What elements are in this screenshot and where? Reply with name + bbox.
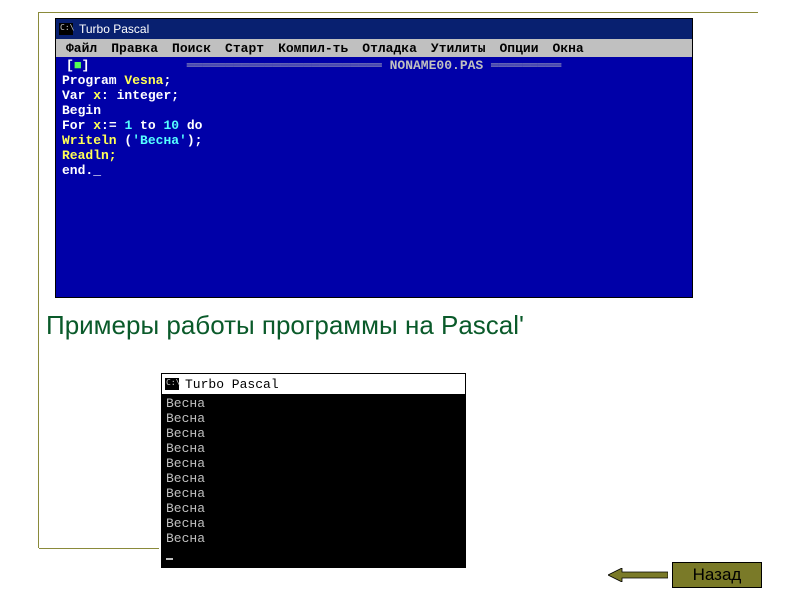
editor-filename: ═════════════════════════ NONAME00.PAS ═… — [187, 58, 561, 73]
output-line: Весна — [166, 501, 205, 516]
back-button[interactable]: Назад — [672, 562, 762, 588]
menu-options[interactable]: Опции — [500, 42, 539, 55]
output-line: Весна — [166, 396, 205, 411]
menu-window[interactable]: Окна — [553, 42, 584, 55]
editor-title: Turbo Pascal — [79, 22, 149, 36]
output-line: Весна — [166, 456, 205, 471]
cursor-icon — [166, 558, 173, 560]
menu-compile[interactable]: Компил-ть — [278, 42, 348, 55]
output-console-window: Turbo Pascal Весна Весна Весна Весна Вес… — [161, 373, 466, 568]
editor-titlebar: Turbo Pascal — [56, 19, 692, 39]
editor-area[interactable]: [■] ═════════════════════════ NONAME00.P… — [56, 57, 692, 297]
output-line: Весна — [166, 531, 205, 546]
back-arrow-icon — [608, 568, 668, 582]
output-titlebar: Turbo Pascal — [162, 374, 465, 394]
menu-run[interactable]: Старт — [225, 42, 264, 55]
menu-edit[interactable]: Правка — [111, 42, 158, 55]
output-line: Весна — [166, 426, 205, 441]
menu-tools[interactable]: Утилиты — [431, 42, 486, 55]
output-line: Весна — [166, 486, 205, 501]
menu-debug[interactable]: Отладка — [362, 42, 417, 55]
output-line: Весна — [166, 441, 205, 456]
output-body: Весна Весна Весна Весна Весна Весна Весн… — [162, 394, 465, 567]
turbo-pascal-editor-window: Turbo Pascal Файл Правка Поиск Старт Ком… — [55, 18, 693, 298]
system-menu-icon[interactable] — [59, 23, 73, 35]
editor-menubar: Файл Правка Поиск Старт Компил-ть Отладк… — [56, 39, 692, 57]
editor-close-control[interactable]: [■] — [66, 58, 89, 73]
output-line: Весна — [166, 411, 205, 426]
output-line: Весна — [166, 471, 205, 486]
editor-frame-top: [■] ═════════════════════════ NONAME00.P… — [58, 58, 690, 73]
editor-code[interactable]: Program Vesna; Var x: integer; Begin For… — [62, 73, 202, 178]
section-heading: Примеры работы программы на Pascal' — [46, 310, 524, 341]
system-menu-icon[interactable] — [165, 378, 179, 390]
menu-search[interactable]: Поиск — [172, 42, 211, 55]
output-title: Turbo Pascal — [185, 378, 279, 391]
output-line: Весна — [166, 516, 205, 531]
menu-file[interactable]: Файл — [66, 42, 97, 55]
